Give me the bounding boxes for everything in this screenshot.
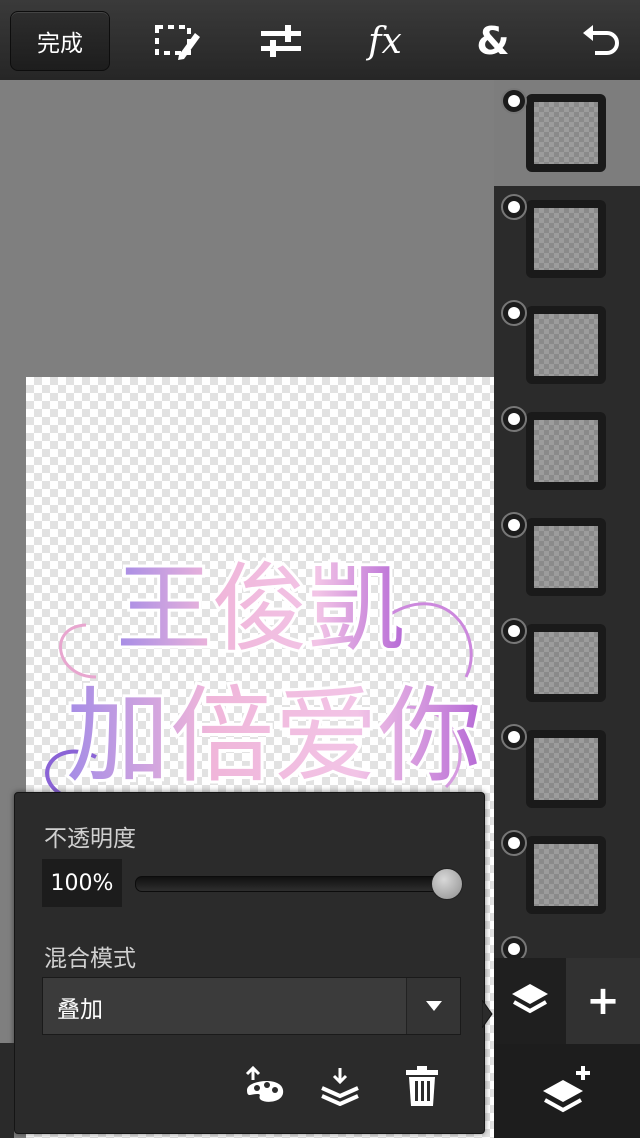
layer-properties-panel: 不透明度 100% 混合模式 叠加 <box>14 792 485 1134</box>
visibility-dot-icon[interactable] <box>501 512 527 538</box>
layer-item[interactable] <box>494 716 640 822</box>
visibility-dot-icon[interactable] <box>501 300 527 326</box>
plus-icon[interactable]: + <box>566 958 640 1044</box>
opacity-label: 不透明度 <box>44 826 136 852</box>
visibility-dot-icon[interactable] <box>501 88 527 114</box>
layer-item[interactable] <box>494 80 640 186</box>
layer-item[interactable] <box>494 610 640 716</box>
selection-edit-icon[interactable] <box>150 14 204 68</box>
palette-export-icon[interactable] <box>241 1063 287 1109</box>
layer-item[interactable] <box>494 398 640 504</box>
layer-item[interactable] <box>494 822 640 928</box>
visibility-dot-icon[interactable] <box>501 830 527 856</box>
add-layer-icon[interactable] <box>494 1044 640 1138</box>
layer-thumbnail <box>534 420 598 482</box>
adjust-sliders-icon[interactable] <box>254 14 308 68</box>
layer-thumbnail <box>534 314 598 376</box>
layer-thumbnail <box>534 632 598 694</box>
ampersand-icon[interactable]: & <box>466 14 520 68</box>
artwork-line1: 王俊凱 <box>116 553 404 665</box>
layer-item[interactable] <box>494 292 640 398</box>
plus-label: + <box>586 978 620 1024</box>
top-toolbar: 完成 fx & <box>0 0 640 81</box>
layer-thumbnail <box>534 526 598 588</box>
layer-thumbnail <box>534 844 598 906</box>
done-button[interactable]: 完成 <box>10 11 110 71</box>
opacity-slider-track[interactable] <box>135 876 453 892</box>
merge-down-icon[interactable] <box>317 1063 363 1109</box>
opacity-slider-knob[interactable] <box>431 868 463 900</box>
layers-icon[interactable] <box>494 958 566 1044</box>
fx-label: fx <box>368 20 402 62</box>
visibility-dot-icon[interactable] <box>501 194 527 220</box>
blend-mode-select[interactable]: 叠加 <box>42 977 461 1035</box>
layer-thumbnail <box>534 738 598 800</box>
blend-mode-label: 混合模式 <box>44 946 136 972</box>
bottom-edge-strip <box>0 1043 14 1138</box>
layers-sidebar <box>494 80 640 958</box>
artwork-line2: 加倍爱你 <box>66 675 482 797</box>
layer-thumbnail <box>534 208 598 270</box>
blend-mode-value: 叠加 <box>57 997 103 1023</box>
layer-item[interactable] <box>494 186 640 292</box>
panel-pointer <box>482 1000 493 1028</box>
opacity-value[interactable]: 100% <box>42 859 122 907</box>
visibility-dot-icon[interactable] <box>501 406 527 432</box>
fx-icon[interactable]: fx <box>358 14 412 68</box>
visibility-dot-icon[interactable] <box>501 936 527 958</box>
undo-icon[interactable] <box>574 14 628 68</box>
trash-icon[interactable] <box>399 1063 445 1109</box>
visibility-dot-icon[interactable] <box>501 724 527 750</box>
sidebar-bottom-controls: + <box>494 958 640 1138</box>
visibility-dot-icon[interactable] <box>501 618 527 644</box>
chevron-down-icon[interactable] <box>406 978 460 1034</box>
layer-thumbnail <box>534 102 598 164</box>
layer-item[interactable] <box>494 504 640 610</box>
ampersand-label: & <box>476 19 510 63</box>
layer-item[interactable] <box>494 928 640 958</box>
